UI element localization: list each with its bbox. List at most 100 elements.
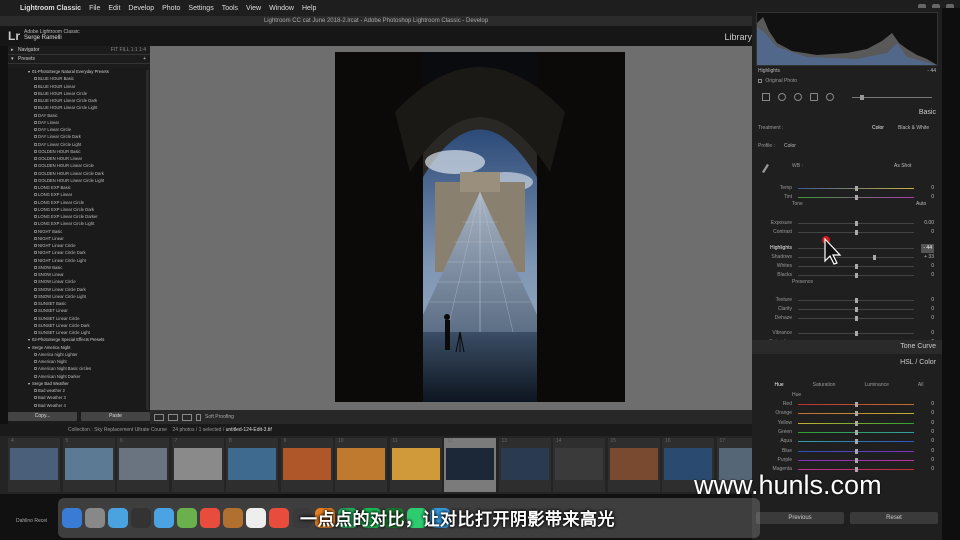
slider-blacks[interactable]: Blacks 0 — [760, 271, 938, 280]
slider-thumb[interactable] — [854, 195, 858, 200]
preset-item[interactable]: LONG EXP Linear — [8, 191, 150, 198]
dock-app-icon[interactable] — [131, 508, 151, 528]
slider-texture[interactable]: Texture 0 — [760, 296, 938, 305]
slider-contrast[interactable]: Contrast 0 — [760, 228, 938, 237]
preset-item[interactable]: SUNSET Linear Circle Dark — [8, 322, 150, 329]
filmstrip-frame[interactable]: 9 — [280, 438, 333, 492]
hue-slider-blue[interactable]: Blue 0 — [760, 447, 938, 456]
hue-slider-red[interactable]: Red 0 — [760, 400, 938, 409]
tool-slider[interactable] — [852, 94, 932, 100]
slider-highlights[interactable]: Highlights - 44 — [760, 244, 938, 253]
preset-item[interactable]: DAY Linear — [8, 119, 150, 126]
treatment-bw[interactable]: Black & White — [898, 125, 929, 131]
loupe-view-icon[interactable] — [154, 413, 164, 421]
navigator-header[interactable]: ▸ Navigator FIT FILL 1:1 1:4 — [8, 46, 150, 55]
add-preset-icon[interactable]: + — [143, 55, 146, 64]
filmstrip-frame[interactable]: 11 — [389, 438, 442, 492]
slider-thumb[interactable] — [854, 448, 858, 454]
hsl-color-title[interactable]: HSL / Color — [900, 359, 936, 366]
menu-item-settings[interactable]: Settings — [188, 5, 213, 12]
menu-item-edit[interactable]: Edit — [108, 5, 120, 12]
hsl-tab-all[interactable]: All — [918, 382, 924, 388]
before-after-icon[interactable] — [168, 413, 178, 421]
preset-item[interactable]: SNOW Linear Circle Light — [8, 293, 150, 300]
menu-item-file[interactable]: File — [89, 5, 100, 12]
preset-item[interactable]: DAY Linear Circle Light — [8, 141, 150, 148]
slider-thumb[interactable] — [854, 439, 858, 445]
slider-whites[interactable]: Whites 0 — [760, 262, 938, 271]
preset-folder[interactable]: 01-PhotoSerge Natural Everyday Presets — [8, 68, 150, 76]
slider-shadows[interactable]: Shadows + 33 — [760, 253, 938, 262]
preset-item[interactable]: American Night — [8, 358, 150, 365]
dock-app-icon[interactable] — [154, 508, 174, 528]
menu-item-photo[interactable]: Photo — [162, 5, 180, 12]
dock-app-icon[interactable] — [269, 508, 289, 528]
slider-temp[interactable]: Temp 0 — [760, 184, 938, 193]
slider-thumb[interactable] — [854, 429, 858, 435]
preset-folder[interactable]: 02-PhotoSerge Special Effects Presets — [8, 336, 150, 344]
dock-app-icon[interactable] — [62, 508, 82, 528]
preset-item[interactable]: LONG EXP Linear Circle — [8, 199, 150, 206]
preset-item[interactable]: BLUE HOUR Linear — [8, 83, 150, 90]
slider-track[interactable] — [798, 257, 914, 258]
reset-button[interactable]: Reset — [850, 512, 938, 524]
wb-dropdown[interactable]: As Shot — [894, 163, 912, 169]
preset-item[interactable]: LONG EXP Linear Circle Darker — [8, 213, 150, 220]
dock-app-icon[interactable] — [223, 508, 243, 528]
preset-item[interactable]: GOLDEN HOUR Linear Circle Dark — [8, 170, 150, 177]
graduated-filter-icon[interactable] — [810, 93, 818, 101]
filmstrip-frame[interactable]: 7 — [171, 438, 224, 492]
slider-track[interactable] — [798, 248, 914, 249]
slider-thumb[interactable] — [873, 255, 877, 260]
preset-item[interactable]: BLUE HOUR Basic — [8, 75, 150, 82]
preset-item[interactable]: American Night Darker — [8, 373, 150, 380]
dock-app-icon[interactable] — [85, 508, 105, 528]
slider-thumb[interactable] — [854, 420, 858, 426]
preset-item[interactable]: SNOW Basic — [8, 264, 150, 271]
filmstrip-frame[interactable]: 13 — [498, 438, 551, 492]
slider-thumb[interactable] — [854, 457, 858, 463]
module-library[interactable]: Library — [724, 32, 752, 42]
preset-item[interactable]: LONG EXP Linear Circle Dark — [8, 206, 150, 213]
preset-item[interactable]: GOLDEN HOUR Linear Circle — [8, 162, 150, 169]
paste-button[interactable]: Paste — [81, 412, 150, 421]
presets-header[interactable]: ▾ Presets + — [8, 55, 150, 64]
compare-icon[interactable] — [182, 413, 192, 421]
filmstrip-frame[interactable]: 5 — [62, 438, 115, 492]
slider-thumb[interactable] — [854, 186, 858, 191]
slider-vibrance[interactable]: Vibrance 0 — [760, 329, 938, 338]
slider-thumb[interactable] — [854, 230, 858, 235]
slider-thumb[interactable] — [854, 273, 858, 278]
dock-app-icon[interactable] — [177, 508, 197, 528]
soft-proofing-checkbox[interactable] — [196, 413, 201, 421]
original-photo-checkbox[interactable] — [758, 78, 762, 83]
previous-button[interactable]: Previous — [756, 512, 844, 524]
preset-item[interactable]: BLUE HOUR Linear Circle — [8, 90, 150, 97]
hsl-tab-hue[interactable]: Hue — [774, 382, 783, 388]
preset-item[interactable]: NIGHT Basic — [8, 228, 150, 235]
crop-tool-icon[interactable] — [762, 93, 770, 101]
slider-thumb[interactable] — [854, 331, 858, 336]
preset-item[interactable]: SNOW Linear Circle — [8, 278, 150, 285]
preset-item[interactable]: GOLDEN HOUR Linear Circle Light — [8, 177, 150, 184]
copy-button[interactable]: Copy... — [8, 412, 77, 421]
slider-dehaze[interactable]: Dehaze 0 — [760, 314, 938, 323]
preset-item[interactable]: SUNSET Linear Circle Light — [8, 329, 150, 336]
eyedropper-icon[interactable] — [760, 160, 770, 173]
basic-panel-title[interactable]: Basic — [919, 109, 936, 116]
hue-slider-green[interactable]: Green 0 — [760, 428, 938, 437]
preset-item[interactable]: Bad weather 2 — [8, 387, 150, 394]
preset-item[interactable]: SUNSET Linear Circle — [8, 315, 150, 322]
preset-item[interactable]: SUNSET Basic — [8, 300, 150, 307]
slider-thumb[interactable] — [854, 298, 858, 303]
slider-thumb[interactable] — [854, 402, 858, 407]
preset-item[interactable]: Bad Weather 4 — [8, 402, 150, 409]
menu-app-name[interactable]: Lightroom Classic — [20, 5, 81, 12]
tone-curve-title[interactable]: Tone Curve — [900, 343, 936, 350]
hsl-tab-luminance[interactable]: Luminance — [864, 382, 888, 388]
hue-slider-aqua[interactable]: Aqua 0 — [760, 437, 938, 446]
photo-canvas[interactable] — [150, 46, 752, 410]
preset-folder[interactable]: Serge Bad Weather — [8, 380, 150, 388]
spot-removal-icon[interactable] — [778, 93, 786, 101]
histogram[interactable] — [756, 12, 938, 66]
